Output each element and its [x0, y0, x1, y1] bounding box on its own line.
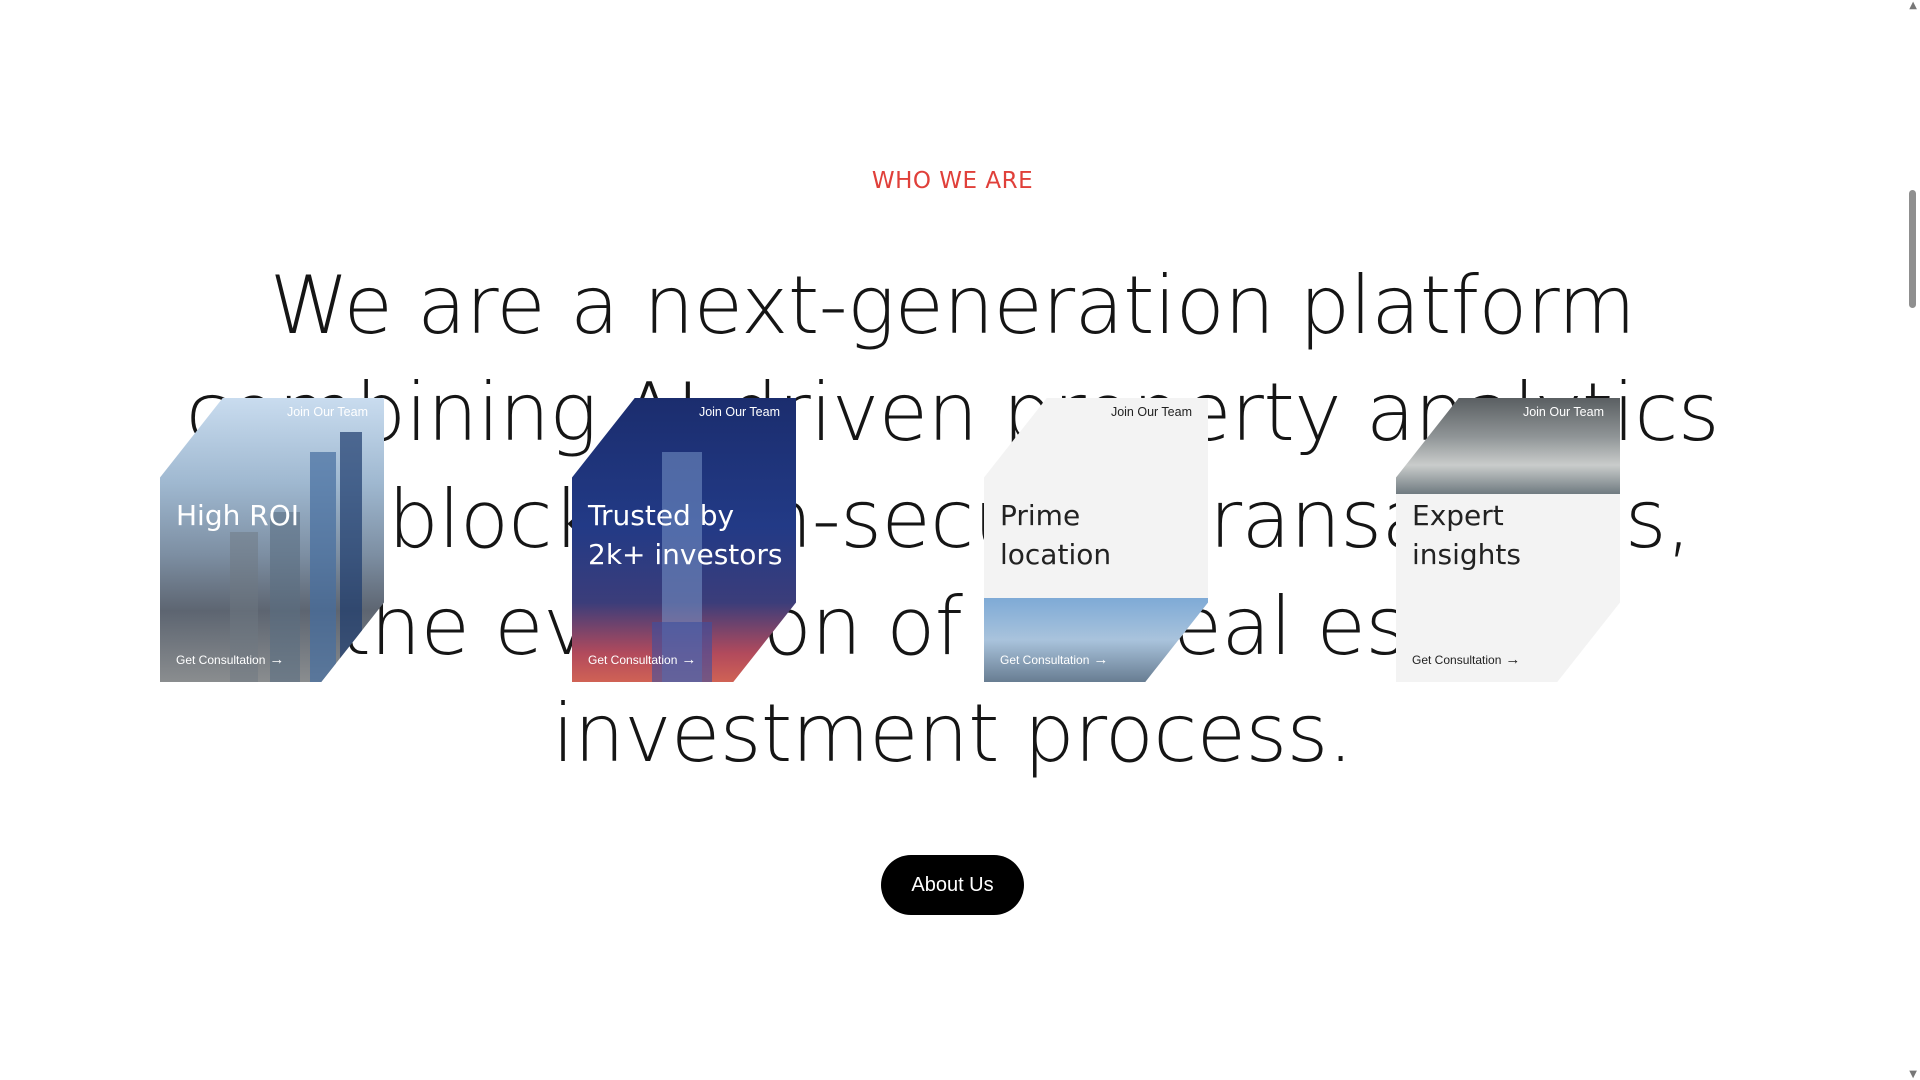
get-consultation-link[interactable]: Get Consultation →: [588, 651, 696, 668]
scroll-up-icon[interactable]: ▲: [1909, 0, 1917, 11]
arrow-right-icon: →: [1505, 651, 1521, 668]
join-team-link[interactable]: Join Our Team: [287, 405, 368, 419]
get-consultation-link[interactable]: Get Consultation →: [176, 651, 284, 668]
consultation-label: Get Consultation: [176, 652, 266, 667]
feature-card-prime-location[interactable]: Join Our Team Prime location Get Consult…: [984, 398, 1208, 682]
get-consultation-link[interactable]: Get Consultation →: [1412, 651, 1520, 668]
join-team-link[interactable]: Join Our Team: [1523, 405, 1604, 419]
join-team-link[interactable]: Join Our Team: [1111, 405, 1192, 419]
section-eyebrow: WHO WE ARE: [871, 168, 1034, 194]
consultation-label: Get Consultation: [588, 652, 678, 667]
card-image: [160, 398, 384, 682]
card-title: Expert insights: [1412, 499, 1521, 571]
join-team-link[interactable]: Join Our Team: [699, 405, 780, 419]
arrow-right-icon: →: [269, 651, 285, 668]
scroll-down-icon[interactable]: ▼: [1909, 1069, 1917, 1080]
card-title: Trusted by 2k+ investors: [588, 499, 783, 571]
feature-card-high-roi[interactable]: Join Our Team High ROI Get Consultation …: [160, 398, 384, 682]
arrow-right-icon: →: [681, 651, 697, 668]
card-title: Prime location: [1000, 499, 1112, 571]
consultation-label: Get Consultation: [1000, 652, 1090, 667]
feature-card-expert-insights[interactable]: Join Our Team Expert insights Get Consul…: [1396, 398, 1620, 682]
scrollbar-thumb[interactable]: [1909, 190, 1916, 308]
consultation-label: Get Consultation: [1412, 652, 1502, 667]
feature-card-trusted[interactable]: Join Our Team Trusted by 2k+ investors G…: [572, 398, 796, 682]
arrow-right-icon: →: [1093, 651, 1109, 668]
get-consultation-link[interactable]: Get Consultation →: [1000, 651, 1108, 668]
scrollbar[interactable]: ▲ ▼: [1905, 0, 1920, 1080]
about-us-button[interactable]: About Us: [881, 855, 1024, 915]
card-title: High ROI: [176, 499, 300, 532]
